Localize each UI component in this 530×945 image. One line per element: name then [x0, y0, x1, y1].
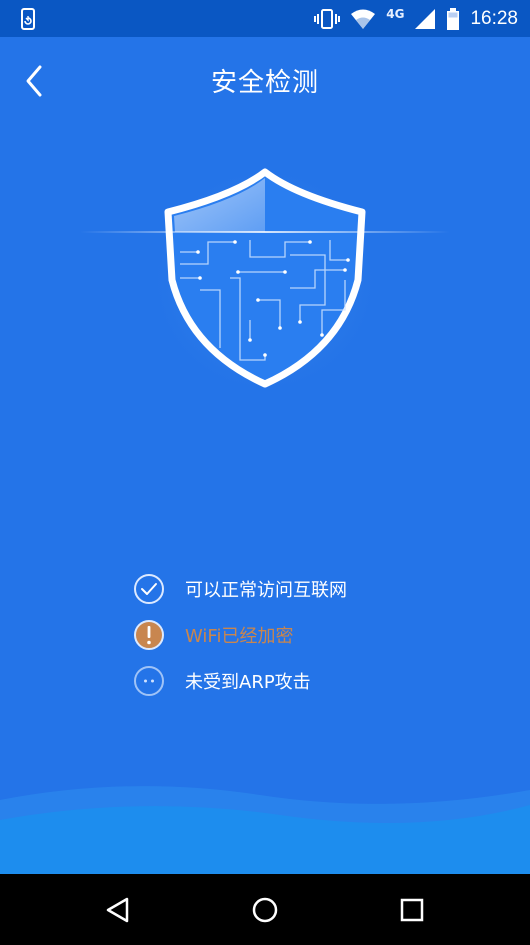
check-label: 可以正常访问互联网: [185, 580, 347, 601]
signal-icon: [415, 8, 436, 29]
wave-decoration: [0, 786, 530, 875]
nav-recents-icon[interactable]: [398, 896, 426, 924]
check-label: 未受到ARP攻击: [185, 672, 311, 693]
nav-back-icon[interactable]: [104, 896, 132, 924]
wifi-icon: [351, 9, 376, 29]
clock: 16:28: [470, 7, 518, 29]
nav-home-icon[interactable]: [251, 896, 279, 924]
list-item: 未受到ARP攻击: [133, 658, 453, 704]
check-circle-icon: [134, 574, 164, 604]
phone-sync-icon: [21, 8, 35, 30]
warning-circle-icon: [134, 620, 164, 650]
status-bar: 4G 16:28: [0, 0, 530, 37]
network-type-label: 4G: [386, 6, 405, 21]
page-title: 安全检测: [210, 68, 319, 98]
vibrate-icon: [314, 8, 341, 29]
pending-circle-icon: [134, 666, 164, 696]
check-label: WiFi已经加密: [185, 626, 294, 647]
list-item: 可以正常访问互联网: [133, 566, 453, 612]
shield-icon: [80, 160, 450, 400]
battery-icon: [447, 7, 460, 30]
list-item: WiFi已经加密: [133, 612, 453, 658]
nav-bar: [0, 874, 530, 945]
check-list: 可以正常访问互联网 WiFi已经加密 未受到ARP攻击: [133, 566, 453, 704]
app-bar: 安全检测: [0, 37, 530, 123]
